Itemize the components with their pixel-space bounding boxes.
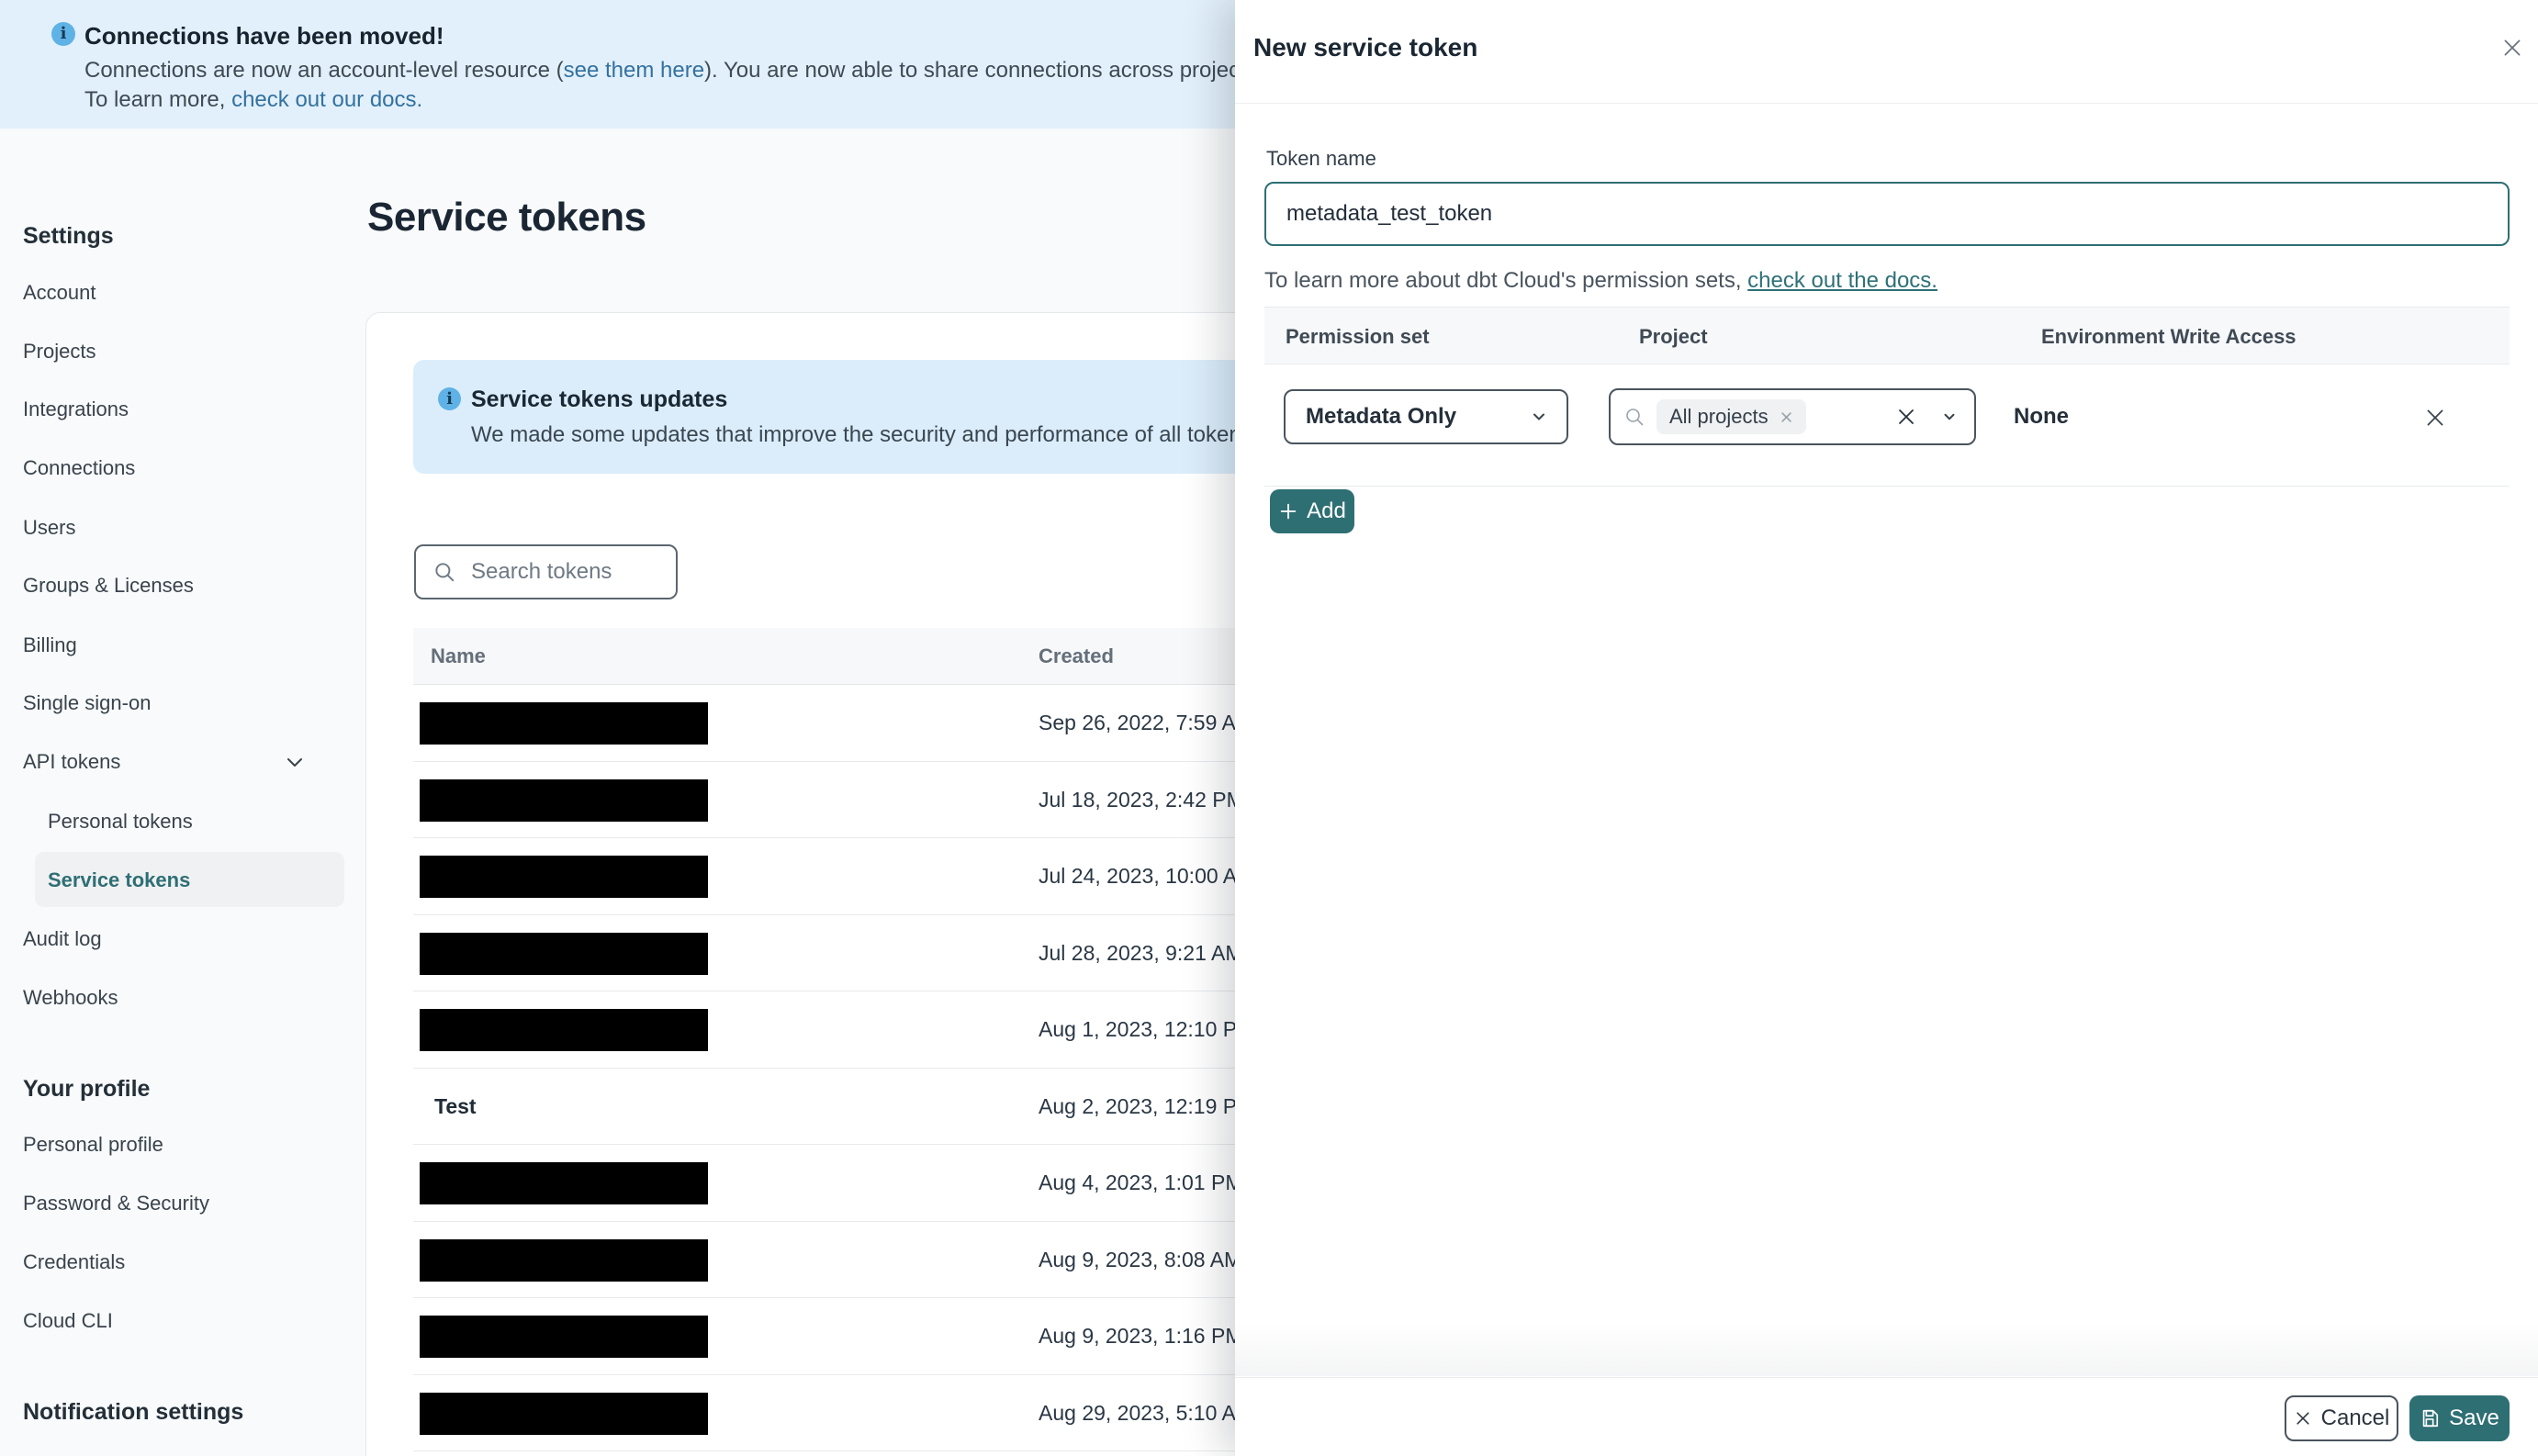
app-root: i Connections have been moved! Connectio… <box>0 0 2538 1456</box>
sidebar-item-api-tokens[interactable]: API tokens <box>23 739 354 785</box>
remove-chip-icon[interactable] <box>1780 410 1793 424</box>
page-title: Service tokens <box>367 195 646 240</box>
search-input[interactable] <box>471 559 646 585</box>
redacted-token-name <box>420 1392 708 1435</box>
sidebar-item-webhooks[interactable]: Webhooks <box>23 975 354 1021</box>
new-service-token-drawer: New service token Token name To learn mo… <box>1235 0 2538 1456</box>
close-icon <box>2294 1409 2312 1428</box>
redacted-token-name <box>420 1316 708 1358</box>
close-icon[interactable] <box>2499 35 2525 61</box>
permission-note: To learn more about dbt Cloud's permissi… <box>1264 268 1937 293</box>
env-write-access-value: None <box>2014 404 2069 429</box>
save-button[interactable]: Save <box>2409 1394 2510 1441</box>
banner-heading: Connections have been moved! <box>84 22 444 50</box>
sidebar-item-single-sign-on[interactable]: Single sign-on <box>23 680 354 726</box>
save-icon <box>2420 1408 2440 1428</box>
scroll-fade <box>1235 1322 2538 1376</box>
sidebar-item-account[interactable]: Account <box>23 270 354 316</box>
column-header-project: Project <box>1639 324 1708 348</box>
token-name-label: Token name <box>1266 147 1376 170</box>
search-icon <box>1623 406 1645 428</box>
check-out-the-docs-link[interactable]: check out the docs. <box>1747 268 1937 293</box>
column-header-env-write-access: Environment Write Access <box>2041 324 2297 348</box>
redacted-token-name <box>420 856 708 898</box>
token-name: Test <box>434 1093 477 1118</box>
column-header-created: Created <box>1039 644 1114 667</box>
redacted-token-name <box>420 702 708 745</box>
sidebar-item-audit-log[interactable]: Audit log <box>23 916 354 962</box>
drawer-title: New service token <box>1253 33 1478 62</box>
sidebar-item-service-tokens[interactable]: Service tokens <box>23 857 354 903</box>
info-icon: i <box>51 22 75 46</box>
permission-set-select[interactable]: Metadata Only <box>1284 389 1568 444</box>
clear-selection-icon[interactable] <box>1895 406 1917 428</box>
redacted-token-name <box>420 778 708 822</box>
your-profile-heading: Your profile <box>23 1075 151 1102</box>
remove-row-icon[interactable] <box>2421 404 2449 431</box>
sidebar-item-personal-tokens[interactable]: Personal tokens <box>23 799 354 845</box>
token-name-input[interactable] <box>1264 182 2510 246</box>
search-icon <box>432 560 456 584</box>
sidebar-item-connections[interactable]: Connections <box>23 445 354 491</box>
settings-heading: Settings <box>23 222 114 249</box>
drawer-footer: Cancel Save <box>1235 1376 2538 1456</box>
plus-icon <box>1278 501 1298 521</box>
row-divider <box>1264 486 2510 487</box>
sidebar-item-groups-licenses[interactable]: Groups & Licenses <box>23 563 354 609</box>
sidebar-item-projects[interactable]: Projects <box>23 329 354 375</box>
sidebar-item-integrations[interactable]: Integrations <box>23 386 354 432</box>
banner-line-3: To learn more, check out our docs. <box>84 87 423 112</box>
notification-settings-heading: Notification settings <box>23 1398 244 1425</box>
project-multiselect[interactable]: All projects <box>1609 388 1976 445</box>
chevron-down-icon <box>1530 408 1548 426</box>
sidebar-item-password-security[interactable]: Password & Security <box>23 1181 354 1226</box>
sidebar-item-credentials[interactable]: Credentials <box>23 1239 354 1285</box>
search-tokens-field[interactable] <box>414 544 678 599</box>
see-them-here-link[interactable]: see them here <box>564 58 704 83</box>
redacted-token-name <box>420 1162 708 1204</box>
chevron-down-icon[interactable] <box>1941 409 1958 425</box>
check-out-our-docs-link[interactable]: check out our docs. <box>231 87 422 112</box>
column-header-permission-set: Permission set <box>1286 324 1430 348</box>
sidebar-item-personal-profile[interactable]: Personal profile <box>23 1122 354 1168</box>
redacted-token-name <box>420 932 708 975</box>
sidebar-item-cloud-cli[interactable]: Cloud CLI <box>23 1298 354 1344</box>
sidebar-item-billing[interactable]: Billing <box>23 622 354 668</box>
drawer-header: New service token <box>1235 0 2538 104</box>
permissions-table-header: Permission set Project Environment Write… <box>1264 307 2510 364</box>
info-icon: i <box>438 387 461 410</box>
add-permission-button[interactable]: Add <box>1270 489 1354 533</box>
updates-heading: Service tokens updates <box>471 386 728 412</box>
redacted-token-name <box>420 1009 708 1051</box>
redacted-token-name <box>420 1238 708 1282</box>
updates-body: We made some updates that improve the se… <box>471 422 1332 447</box>
cancel-button[interactable]: Cancel <box>2285 1394 2398 1441</box>
column-header-name: Name <box>431 644 486 667</box>
chevron-down-icon <box>284 751 306 773</box>
sidebar-item-users[interactable]: Users <box>23 505 354 551</box>
all-projects-chip[interactable]: All projects <box>1656 399 1806 434</box>
